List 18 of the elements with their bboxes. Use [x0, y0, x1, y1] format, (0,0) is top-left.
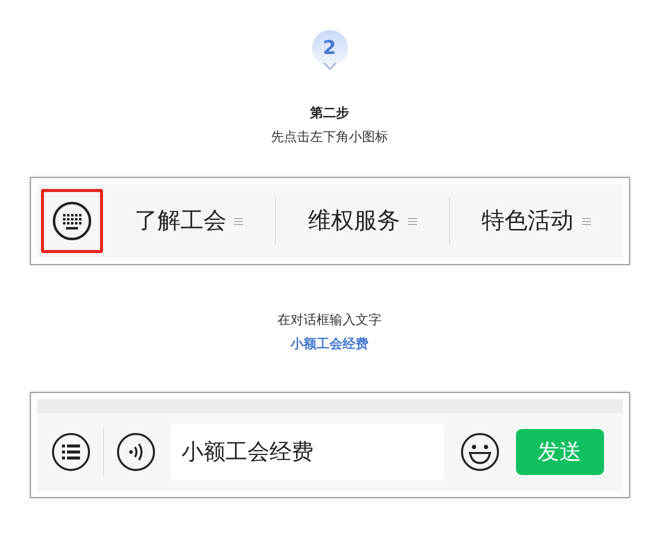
step-badge: 2: [312, 30, 348, 66]
instruction-text: 先点击左下角小图标: [271, 128, 388, 146]
keyboard-icon: [52, 201, 92, 241]
instruction-text: 在对话框输入文字: [278, 312, 382, 330]
menu-icon: [408, 216, 417, 226]
menu-icon: [582, 216, 591, 226]
menu-icon: [234, 216, 244, 226]
voice-icon[interactable]: [116, 432, 156, 472]
step-title: 第二步: [310, 105, 349, 123]
keyboard-button[interactable]: [40, 189, 102, 253]
highlight-text: 小额工会经费: [290, 336, 368, 354]
emoji-icon[interactable]: [460, 432, 500, 472]
message-input[interactable]: 小额工会经费: [170, 424, 444, 480]
menu-item[interactable]: 了解工会: [134, 204, 226, 238]
list-icon[interactable]: [50, 432, 90, 472]
menu-item[interactable]: 特色活动: [482, 204, 574, 238]
chevron-icon: [322, 62, 336, 70]
menu-item[interactable]: 维权服务: [308, 204, 400, 238]
